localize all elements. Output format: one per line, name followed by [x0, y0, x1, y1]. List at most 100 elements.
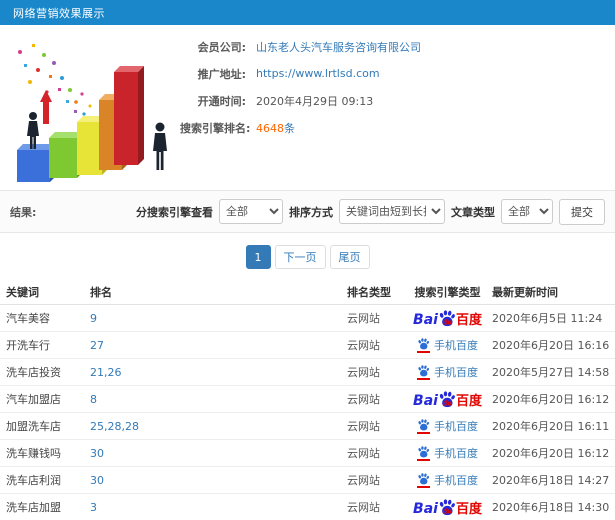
table-row: 开洗车行 27 云网站 手机百度 2020年6月20日 16:16 — [0, 332, 615, 359]
page-title: 网络营销效果展示 — [13, 6, 105, 20]
info-row-rankcount: 搜索引擎排名: 4648条 — [180, 114, 421, 141]
last-page-button[interactable]: 尾页 — [329, 245, 370, 269]
member-info-list: 会员公司: 山东老人头汽车服务咨询有限公司 推广地址: https://www.… — [180, 33, 421, 141]
table-row: 洗车店加盟 3 云网站 Bai du 百度 2020年6月18日 14:30 — [0, 494, 615, 520]
mobile-baidu-logo: 手机百度 — [417, 472, 478, 488]
header-rank-type: 排名类型 — [347, 285, 391, 299]
mobile-baidu-paw-icon — [417, 418, 430, 434]
header-engine: 搜索引擎类型 — [414, 285, 481, 299]
up-arrow — [40, 90, 52, 124]
mobile-baidu-underline — [417, 377, 430, 380]
promo-url-link[interactable]: https://www.lrtlsd.com — [256, 67, 380, 80]
mobile-baidu-paw-icon — [417, 472, 430, 488]
rank-type-cell: 云网站 — [347, 393, 380, 406]
updated-cell: 2020年5月27日 14:58 — [492, 366, 610, 379]
table-row: 汽车加盟店 8 云网站 Bai du 百度 2020年6月20日 16:12 — [0, 386, 615, 413]
table-row: 洗车赚钱吗 30 云网站 手机百度 2020年6月20日 16:12 — [0, 440, 615, 467]
rank-cell: 3 — [90, 500, 97, 514]
svg-text:du: du — [442, 318, 452, 326]
baidu-paw-icon: du — [439, 390, 455, 407]
header-rank: 排名 — [90, 285, 112, 299]
rank-cell: 30 — [90, 473, 104, 487]
top-bar: 网络营销效果展示 — [0, 0, 615, 25]
baidu-paw-icon: du — [439, 309, 455, 326]
mobile-baidu-logo: 手机百度 — [417, 418, 478, 434]
keyword-cell: 洗车赚钱吗 — [6, 447, 61, 460]
keyword-cell: 开洗车行 — [6, 339, 50, 352]
article-type-select[interactable]: 全部 — [501, 199, 553, 224]
baidu-logo: Bai du 百度 — [413, 390, 482, 409]
engine-cell: 手机百度 — [403, 472, 492, 488]
baidu-logo: Bai du 百度 — [413, 309, 482, 328]
keyword-cell: 汽车美容 — [6, 312, 50, 325]
rank-cell: 25,28,28 — [90, 419, 139, 433]
rank-cell: 8 — [90, 392, 97, 406]
rank-cell: 21,26 — [90, 365, 122, 379]
businessman-right — [153, 122, 167, 170]
article-type-label: 文章类型 — [451, 205, 495, 219]
sort-filter-select[interactable]: 关键词由短到长排序 — [339, 199, 445, 224]
ranking-table: 关键词 排名 排名类型 搜索引擎类型 最新更新时间 汽车美容 9 云网站 Bai… — [0, 279, 615, 520]
rank-cell: 27 — [90, 338, 104, 352]
engine-cell: 手机百度 — [403, 364, 492, 380]
engine-cell: 手机百度 — [403, 418, 492, 434]
bar-chart-illustration — [17, 44, 167, 182]
rank-type-cell: 云网站 — [347, 366, 380, 379]
mobile-baidu-underline — [417, 485, 430, 488]
table-row: 洗车店利润 30 云网站 手机百度 2020年6月18日 14:27 — [0, 467, 615, 494]
rank-count-value: 4648 — [256, 121, 284, 135]
updated-cell: 2020年6月20日 16:11 — [492, 420, 610, 433]
table-row: 洗车店投资 21,26 云网站 手机百度 2020年5月27日 14:58 — [0, 359, 615, 386]
page-button-current[interactable]: 1 — [245, 245, 271, 269]
rank-count-unit: 条 — [284, 121, 295, 135]
engine-cell: Bai du 百度 — [403, 498, 492, 517]
rank-type-cell: 云网站 — [347, 474, 380, 487]
rank-type-cell: 云网站 — [347, 501, 380, 514]
keyword-cell: 洗车店投资 — [6, 366, 61, 379]
mobile-baidu-underline — [417, 431, 430, 434]
info-row-opened: 开通时间: 2020年4月29日 09:13 — [180, 87, 421, 114]
table-row: 加盟洗车店 25,28,28 云网站 手机百度 2020年6月20日 16:11 — [0, 413, 615, 440]
rank-type-cell: 云网站 — [347, 420, 380, 433]
engine-filter-select[interactable]: 全部 — [219, 199, 283, 224]
mobile-baidu-paw-icon — [417, 364, 430, 380]
svg-text:du: du — [442, 399, 452, 407]
mobile-baidu-logo: 手机百度 — [417, 445, 478, 461]
businessman-left — [27, 112, 39, 149]
pagination: 1 下一页 尾页 — [0, 233, 615, 279]
engine-filter-label: 分搜索引擎查看 — [136, 205, 213, 219]
confetti-dots — [18, 44, 92, 116]
filter-bar: 分搜索引擎查看 全部 排序方式 关键词由短到长排序 文章类型 全部 提交 — [136, 198, 605, 225]
baidu-paw-icon: du — [439, 498, 455, 515]
engine-cell: 手机百度 — [403, 445, 492, 461]
svg-text:du: du — [442, 507, 452, 515]
sort-filter-label: 排序方式 — [289, 205, 333, 219]
rank-type-cell: 云网站 — [347, 312, 380, 325]
next-page-button[interactable]: 下一页 — [274, 245, 326, 269]
updated-cell: 2020年6月20日 16:12 — [492, 447, 610, 460]
submit-button[interactable]: 提交 — [559, 198, 605, 225]
engine-cell: Bai du 百度 — [403, 309, 492, 328]
mobile-baidu-logo: 手机百度 — [417, 364, 478, 380]
updated-cell: 2020年6月20日 16:12 — [492, 393, 610, 406]
mobile-baidu-underline — [417, 458, 430, 461]
info-row-company: 会员公司: 山东老人头汽车服务咨询有限公司 — [180, 33, 421, 60]
table-header-row: 关键词 排名 排名类型 搜索引擎类型 最新更新时间 — [0, 279, 615, 305]
baidu-logo: Bai du 百度 — [413, 498, 482, 517]
company-link[interactable]: 山东老人头汽车服务咨询有限公司 — [256, 41, 421, 54]
table-body: 汽车美容 9 云网站 Bai du 百度 2020年6月5日 11:24 开洗车… — [0, 305, 615, 520]
member-info-section: 会员公司: 山东老人头汽车服务咨询有限公司 推广地址: https://www.… — [0, 25, 615, 190]
rank-count-label: 搜索引擎排名: — [180, 121, 251, 135]
mobile-baidu-underline — [417, 350, 430, 353]
engine-cell: Bai du 百度 — [403, 390, 492, 409]
updated-cell: 2020年6月20日 16:16 — [492, 339, 610, 352]
mobile-baidu-paw-icon — [417, 445, 430, 461]
results-panel-heading: 结果: 分搜索引擎查看 全部 排序方式 关键词由短到长排序 文章类型 全部 提交 — [0, 190, 615, 233]
results-label: 结果: — [10, 205, 37, 219]
updated-cell: 2020年6月18日 14:27 — [492, 474, 610, 487]
header-keyword: 关键词 — [6, 285, 39, 299]
open-time-label: 开通时间: — [197, 94, 246, 108]
mobile-baidu-paw-icon — [417, 337, 430, 353]
rank-cell: 30 — [90, 446, 104, 460]
keyword-cell: 加盟洗车店 — [6, 420, 61, 433]
